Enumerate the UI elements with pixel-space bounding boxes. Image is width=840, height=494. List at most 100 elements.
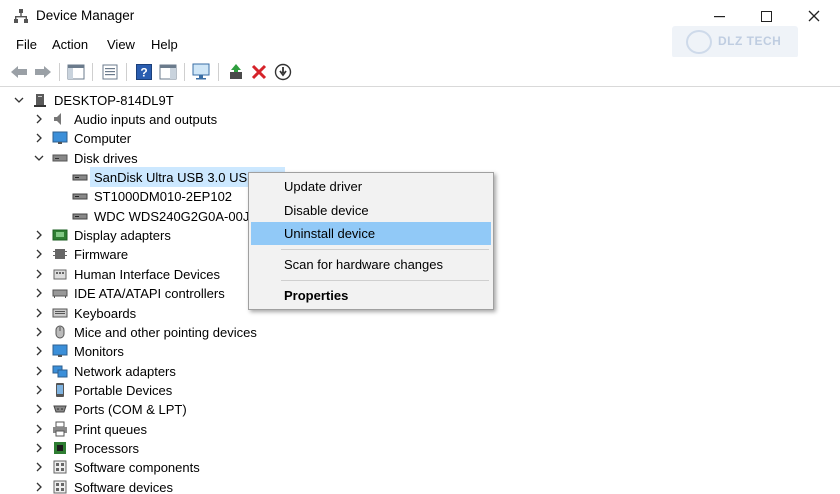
tree-item-disk-drives[interactable]: Disk drives	[34, 149, 354, 168]
tree-item-software-components[interactable]: Software components	[34, 458, 354, 477]
chevron-right-icon[interactable]	[34, 404, 44, 414]
chevron-right-icon[interactable]	[34, 327, 44, 337]
chevron-right-icon[interactable]	[34, 133, 44, 143]
hid-icon	[52, 266, 68, 282]
menu-item-update-driver[interactable]: Update driver	[251, 175, 491, 198]
disk-drive-icon	[72, 169, 88, 185]
tree-item-label: Software devices	[74, 479, 173, 494]
tree-item-label: Portable Devices	[74, 382, 173, 398]
chevron-right-icon[interactable]	[34, 308, 44, 318]
tree-item-label: Disk drives	[74, 150, 138, 166]
port-icon	[52, 401, 68, 417]
chevron-right-icon[interactable]	[34, 288, 44, 298]
back-icon[interactable]	[9, 62, 29, 82]
monitor-icon	[52, 130, 68, 146]
tree-item-monitors[interactable]: Monitors	[34, 342, 354, 361]
disk-drive-icon	[72, 188, 88, 204]
maximize-icon	[760, 10, 772, 22]
tree-item-label: Audio inputs and outputs	[74, 112, 218, 127]
chip-icon	[52, 246, 68, 262]
tree-item-computer[interactable]: Computer	[34, 129, 354, 148]
portable-device-icon	[52, 382, 68, 398]
chevron-right-icon[interactable]	[34, 462, 44, 472]
menu-separator	[281, 280, 489, 281]
tree-item-label: IDE ATA/ATAPI controllers	[74, 286, 225, 302]
software-icon	[52, 479, 68, 494]
svg-text:?: ?	[140, 66, 147, 80]
tree-item-label: Keyboards	[74, 305, 137, 321]
printer-icon	[52, 421, 68, 437]
monitor-icon	[52, 343, 68, 359]
tree-item-audio-inputs-and-outputs[interactable]: Audio inputs and outputs	[34, 110, 354, 129]
tree-item-print-queues[interactable]: Print queues	[34, 420, 354, 439]
chevron-right-icon[interactable]	[34, 230, 44, 240]
disable-device-icon[interactable]	[273, 62, 293, 82]
chevron-right-icon[interactable]	[34, 385, 44, 395]
tree-item-label: Firmware	[74, 247, 129, 263]
toolbar: ?	[0, 57, 840, 87]
chevron-right-icon[interactable]	[34, 346, 44, 356]
tree-root[interactable]: DESKTOP-814DL9T	[14, 91, 214, 110]
tree-root-label: DESKTOP-814DL9T	[54, 93, 174, 108]
show-hide-console-tree-icon[interactable]	[66, 62, 86, 82]
tree-item-mice-and-other-pointing-devices[interactable]: Mice and other pointing devices	[34, 323, 354, 342]
watermark-text: DLZ TECH	[718, 34, 782, 48]
forward-icon[interactable]	[33, 62, 53, 82]
menu-item-uninstall-device[interactable]: Uninstall device	[251, 222, 491, 245]
add-driver-icon[interactable]	[226, 62, 246, 82]
chevron-down-icon[interactable]	[34, 153, 44, 163]
menu-view[interactable]: View	[107, 37, 135, 52]
context-menu: Update driver Disable device Uninstall d…	[248, 172, 494, 310]
tree-item-software-devices[interactable]: Software devices	[34, 478, 354, 494]
tree-item-label: Display adapters	[74, 228, 171, 244]
toolbar-separator	[184, 63, 185, 81]
speaker-icon	[52, 111, 68, 127]
menu-separator	[281, 249, 489, 250]
display-adapter-icon	[52, 227, 68, 243]
menu-item-disable-device[interactable]: Disable device	[251, 199, 491, 222]
chevron-right-icon[interactable]	[34, 366, 44, 376]
mouse-icon	[52, 324, 68, 340]
toolbar-separator	[92, 63, 93, 81]
disk-drive-label: ST1000DM010-2EP102	[94, 189, 233, 205]
tree-item-portable-devices[interactable]: Portable Devices	[34, 381, 354, 400]
watermark-emblem	[686, 30, 712, 54]
toolbar-separator	[126, 63, 127, 81]
chevron-right-icon[interactable]	[34, 424, 44, 434]
menu-file[interactable]: File	[16, 37, 37, 52]
properties-icon[interactable]	[100, 62, 120, 82]
menu-item-scan-hardware[interactable]: Scan for hardware changes	[251, 253, 491, 276]
menu-item-properties[interactable]: Properties	[251, 284, 491, 307]
show-action-pane-icon[interactable]	[158, 62, 178, 82]
tree-item-processors[interactable]: Processors	[34, 439, 354, 458]
tree-item-label: Computer	[74, 131, 132, 147]
menu-action[interactable]: Action	[52, 37, 88, 52]
tree-item-label: Print queues	[74, 421, 147, 437]
tree-item-label: Processors	[74, 440, 140, 456]
chevron-right-icon[interactable]	[34, 482, 44, 492]
device-manager-icon	[14, 9, 28, 23]
disk-drive-icon	[52, 150, 68, 166]
window-title: Device Manager	[36, 8, 135, 23]
chevron-right-icon[interactable]	[34, 269, 44, 279]
uninstall-icon[interactable]	[249, 62, 269, 82]
tree-item-network-adapters[interactable]: Network adapters	[34, 362, 354, 381]
computer-tower-icon	[32, 92, 48, 108]
network-icon	[52, 363, 68, 379]
scan-hardware-icon[interactable]	[191, 62, 211, 82]
tree-item-ports-com-lpt[interactable]: Ports (COM & LPT)	[34, 400, 354, 419]
chevron-right-icon[interactable]	[34, 249, 44, 259]
tree-item-label: Ports (COM & LPT)	[74, 402, 187, 418]
chevron-down-icon[interactable]	[14, 95, 24, 105]
tree-item-label: Human Interface Devices	[74, 266, 220, 282]
help-icon[interactable]: ?	[134, 62, 154, 82]
menu-help[interactable]: Help	[151, 37, 178, 52]
chevron-right-icon[interactable]	[34, 443, 44, 453]
software-icon	[52, 459, 68, 475]
chevron-right-icon[interactable]	[34, 114, 44, 124]
toolbar-separator	[218, 63, 219, 81]
controller-icon	[52, 285, 68, 301]
tree-item-label: Software components	[74, 460, 200, 476]
tree-item-label: Mice and other pointing devices	[74, 324, 257, 340]
watermark-logo: DLZ TECH	[672, 26, 798, 58]
